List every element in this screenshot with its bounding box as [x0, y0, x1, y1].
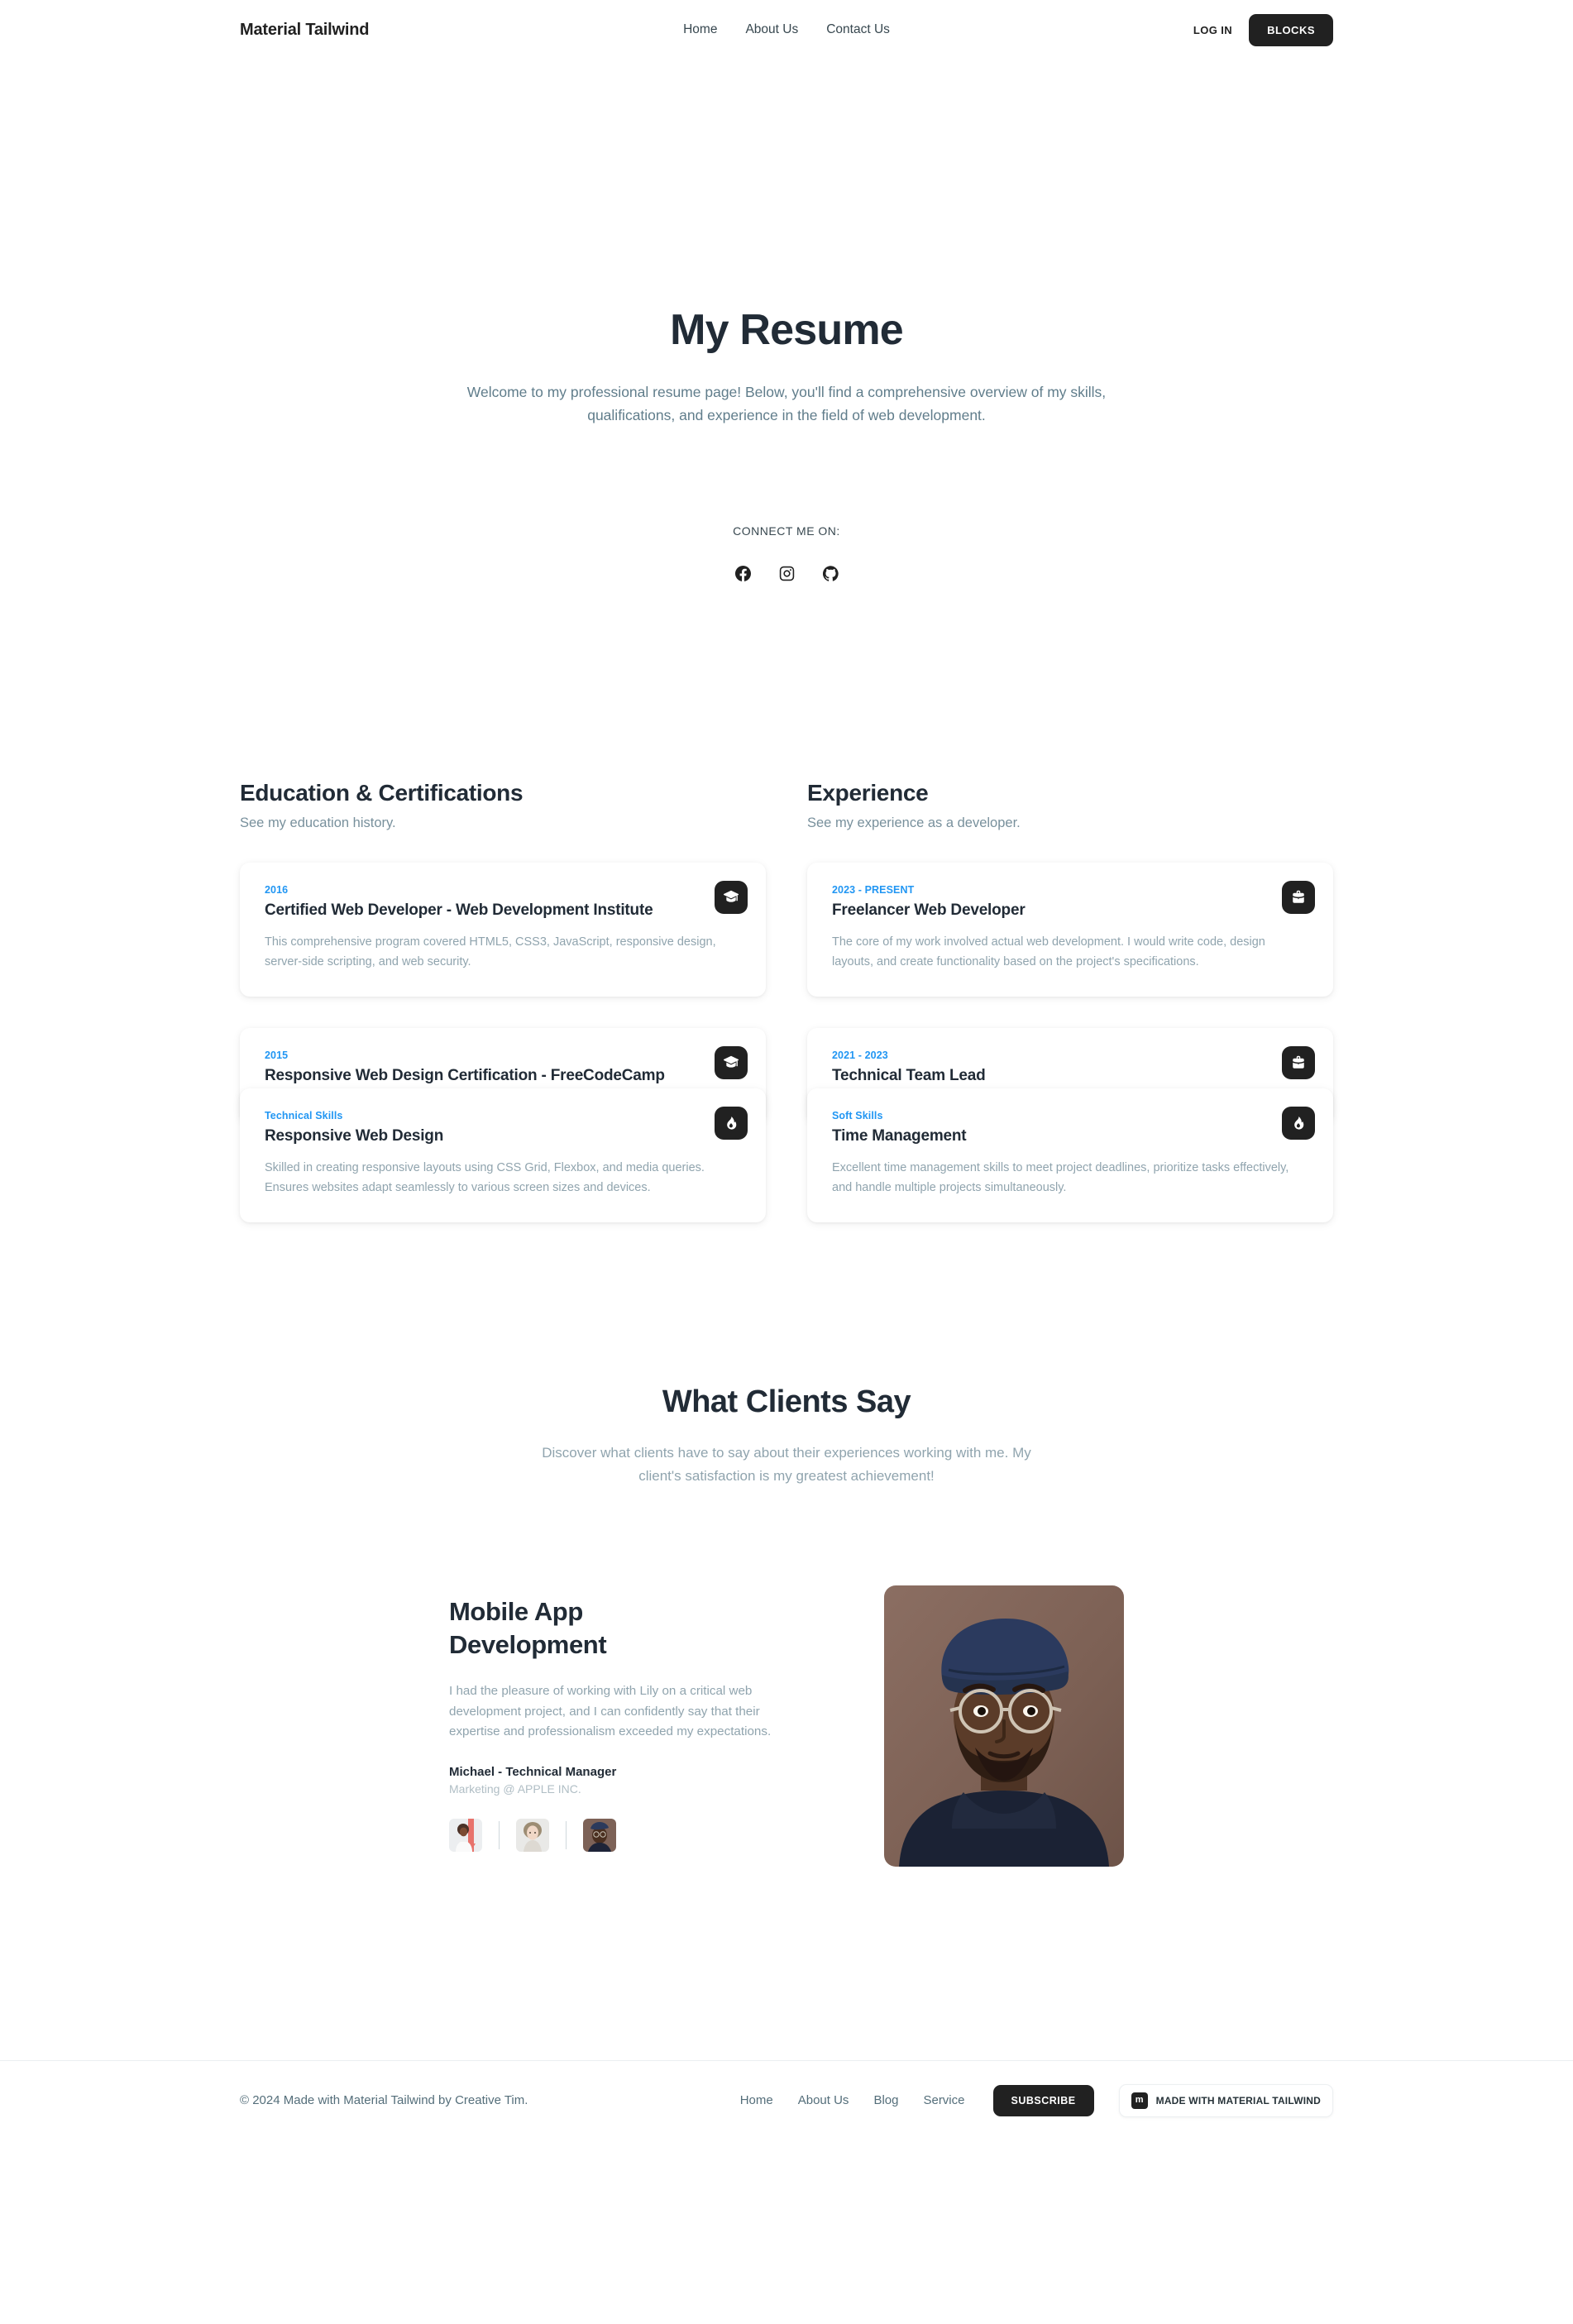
hero-section: My Resume Welcome to my professional res… — [0, 60, 1573, 582]
testimonial-section: Mobile App Development I had the pleasur… — [0, 1585, 1573, 1867]
page-title: My Resume — [670, 306, 904, 354]
testimonial-quote: I had the pleasure of working with Lily … — [449, 1684, 772, 1739]
card-description: The core of my work involved actual web … — [832, 935, 1265, 968]
blocks-button[interactable]: BLOCKS — [1249, 13, 1333, 46]
card-title: Responsive Web Design Certification - Fr… — [265, 1067, 665, 1085]
experience-header: Experience See my experience as a develo… — [807, 780, 1333, 831]
experience-card-1[interactable]: 2023 - PRESENT Freelancer Web Developer … — [807, 863, 1333, 997]
education-subheading: See my education history. — [240, 815, 396, 831]
footer: © 2024 Made with Material Tailwind by Cr… — [0, 2059, 1573, 2142]
graduation-cap-icon — [715, 1046, 748, 1080]
education-cards: 2016 Certified Web Developer - Web Devel… — [240, 863, 766, 1223]
footer-link-service[interactable]: Service — [923, 2093, 964, 2107]
card-title: Certified Web Developer - Web Developmen… — [265, 901, 653, 920]
footer-link-about-us[interactable]: About Us — [798, 2093, 849, 2107]
avatar-thumb-3[interactable] — [583, 1819, 616, 1853]
graduation-cap-icon — [715, 881, 748, 915]
avatar-divider — [499, 1821, 500, 1850]
github-icon[interactable] — [822, 566, 839, 582]
card-tag: Technical Skills — [265, 1110, 343, 1122]
testimonial-portrait — [884, 1585, 1124, 1867]
connect-label: CONNECT ME ON: — [733, 524, 840, 538]
material-tailwind-mark-icon: m — [1131, 2092, 1148, 2109]
nav-link-contact-us[interactable]: Contact Us — [826, 22, 890, 37]
resume-section: Education & Certifications See my educat… — [0, 780, 1573, 1223]
education-heading: Education & Certifications — [240, 780, 524, 806]
testimonial-author-role: Marketing @ APPLE INC. — [449, 1782, 581, 1796]
testimonial-title: Mobile App Development — [449, 1596, 607, 1659]
experience-column: Experience See my experience as a develo… — [807, 780, 1333, 1223]
footer-actions: Home About Us Blog Service SUBSCRIBE m M… — [740, 2083, 1333, 2117]
fire-icon — [715, 1107, 748, 1140]
hero-subtitle: Welcome to my professional resume page! … — [466, 383, 1107, 424]
briefcase-icon — [1282, 1046, 1315, 1080]
testimonial-author-name: Michael - Technical Manager — [449, 1765, 617, 1780]
card-description: Excellent time management skills to meet… — [832, 1161, 1289, 1194]
card-tag: 2021 - 2023 — [832, 1050, 888, 1062]
card-title: Technical Team Lead — [832, 1067, 986, 1085]
clients-heading: What Clients Say — [662, 1384, 911, 1420]
card-tag: 2015 — [265, 1050, 289, 1062]
footer-link-blog[interactable]: Blog — [873, 2093, 898, 2107]
experience-heading: Experience — [807, 780, 929, 806]
card-description: Skilled in creating responsive layouts u… — [265, 1161, 705, 1194]
card-title: Responsive Web Design — [265, 1127, 444, 1145]
login-link[interactable]: LOG IN — [1193, 24, 1232, 36]
experience-subheading: See my experience as a developer. — [807, 815, 1021, 831]
testimonial-avatar-switcher — [449, 1819, 772, 1853]
clients-section: What Clients Say Discover what clients h… — [0, 1384, 1573, 1487]
clients-subheading: Discover what clients have to say about … — [542, 1445, 1031, 1485]
briefcase-icon — [1282, 881, 1315, 915]
education-header: Education & Certifications See my educat… — [240, 780, 766, 831]
footer-link-home[interactable]: Home — [740, 2093, 773, 2107]
education-card-1[interactable]: 2016 Certified Web Developer - Web Devel… — [240, 863, 766, 997]
fire-icon — [1282, 1107, 1315, 1140]
card-title: Time Management — [832, 1127, 967, 1145]
nav-link-home[interactable]: Home — [683, 22, 717, 37]
facebook-icon[interactable] — [734, 566, 751, 582]
avatar-divider — [566, 1821, 567, 1850]
card-title: Freelancer Web Developer — [832, 901, 1026, 920]
made-with-material-tailwind-badge[interactable]: m MADE WITH MATERIAL TAILWIND — [1118, 2083, 1333, 2117]
main-nav: Home About Us Contact Us — [683, 22, 890, 37]
testimonial-content: Mobile App Development I had the pleasur… — [449, 1585, 772, 1853]
education-card-3[interactable]: Technical Skills Responsive Web Design S… — [240, 1088, 766, 1223]
social-links — [0, 566, 1573, 582]
education-column: Education & Certifications See my educat… — [240, 780, 766, 1223]
avatar-thumb-1[interactable] — [449, 1819, 482, 1853]
experience-cards: 2023 - PRESENT Freelancer Web Developer … — [807, 863, 1333, 1223]
card-tag: 2016 — [265, 884, 289, 897]
avatar-thumb-2[interactable] — [516, 1819, 549, 1853]
made-badge-label: MADE WITH MATERIAL TAILWIND — [1155, 2094, 1321, 2106]
navbar: Material Tailwind Home About Us Contact … — [0, 0, 1573, 60]
experience-card-3[interactable]: Soft Skills Time Management Excellent ti… — [807, 1088, 1333, 1223]
card-tag: 2023 - PRESENT — [832, 884, 915, 897]
navbar-actions: LOG IN BLOCKS — [1193, 13, 1333, 46]
brand-logo[interactable]: Material Tailwind — [240, 21, 369, 40]
footer-copyright: © 2024 Made with Material Tailwind by Cr… — [240, 2093, 528, 2108]
nav-link-about-us[interactable]: About Us — [745, 22, 798, 37]
instagram-icon[interactable] — [779, 566, 795, 581]
subscribe-button[interactable]: SUBSCRIBE — [992, 2084, 1094, 2116]
card-description: This comprehensive program covered HTML5… — [265, 935, 716, 968]
card-tag: Soft Skills — [832, 1110, 883, 1122]
